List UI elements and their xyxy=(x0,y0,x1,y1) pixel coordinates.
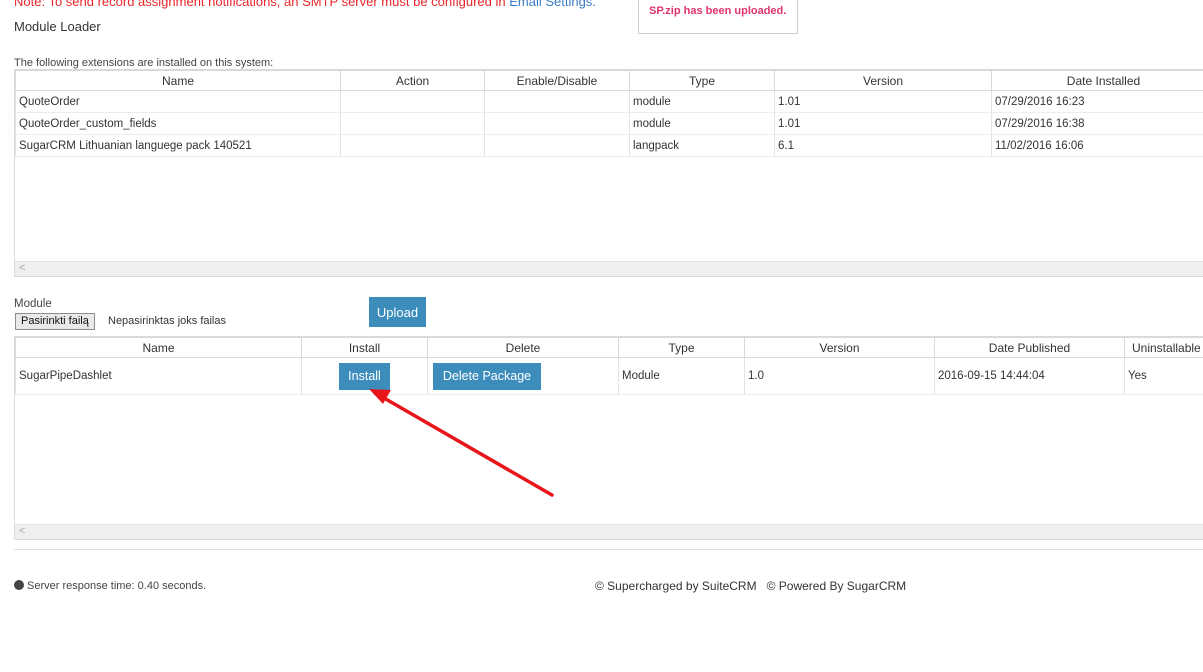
installed-extensions-panel: Name Action Enable/Disable Type Version … xyxy=(14,69,1203,277)
cell-version: 1.01 xyxy=(774,112,992,135)
col-version[interactable]: Version xyxy=(774,70,992,91)
cell-name: SugarPipeDashlet xyxy=(15,357,302,395)
globe-icon xyxy=(14,580,24,590)
upload-message: SP.zip has been uploaded. xyxy=(649,5,787,17)
cell-version: 1.01 xyxy=(774,90,992,113)
cell-version: 1.0 xyxy=(744,357,935,395)
col-delete[interactable]: Delete xyxy=(427,337,619,358)
smtp-notice: Note: To send record assignment notifica… xyxy=(14,0,596,9)
cell-uninstallable: Yes xyxy=(1124,357,1203,395)
col-install[interactable]: Install xyxy=(301,337,428,358)
server-response: Server response time: 0.40 seconds. xyxy=(14,580,206,592)
cell-name: SugarCRM Lithuanian languege pack 140521 xyxy=(15,134,341,157)
scroll-left-arrow[interactable]: < xyxy=(19,262,25,274)
delete-package-button[interactable]: Delete Package xyxy=(433,362,541,390)
installed-extensions-label: The following extensions are installed o… xyxy=(14,57,274,69)
cell-type: module xyxy=(629,90,775,113)
cell-action xyxy=(340,134,485,157)
col-type[interactable]: Type xyxy=(618,337,745,358)
page-title: Module Loader xyxy=(14,19,101,34)
table-row: QuoteOrder_custom_fields module 1.01 07/… xyxy=(15,112,1203,135)
cell-version: 6.1 xyxy=(774,134,992,157)
cell-date-installed: 07/29/2016 16:38 xyxy=(991,112,1203,135)
horizontal-scrollbar[interactable]: < xyxy=(15,261,1203,276)
cell-enable-disable xyxy=(484,90,630,113)
cell-type: module xyxy=(629,112,775,135)
email-settings-link[interactable]: Email Settings. xyxy=(509,0,596,9)
choose-file-button[interactable]: Pasirinkti failą xyxy=(15,313,95,330)
cell-date-installed: 07/29/2016 16:23 xyxy=(991,90,1203,113)
col-enable-disable[interactable]: Enable/Disable xyxy=(484,70,630,91)
upload-message-box: SP.zip has been uploaded. xyxy=(638,0,798,34)
table-row: SugarCRM Lithuanian languege pack 140521… xyxy=(15,134,1203,157)
packages-panel: Name Install Delete Type Version Date Pu… xyxy=(14,336,1203,540)
col-name[interactable]: Name xyxy=(15,337,302,358)
cell-delete: Delete Package xyxy=(427,357,619,395)
cell-action xyxy=(340,112,485,135)
scroll-left-arrow[interactable]: < xyxy=(19,525,25,537)
install-button[interactable]: Install xyxy=(339,362,390,390)
cell-name: QuoteOrder xyxy=(15,90,341,113)
packages-table: Name Install Delete Type Version Date Pu… xyxy=(15,337,1203,395)
col-version[interactable]: Version xyxy=(744,337,935,358)
cell-enable-disable xyxy=(484,134,630,157)
cell-name: QuoteOrder_custom_fields xyxy=(15,112,341,135)
notice-text: Note: To send record assignment notifica… xyxy=(14,0,510,9)
table-row: QuoteOrder module 1.01 07/29/2016 16:23 xyxy=(15,90,1203,113)
installed-header-row: Name Action Enable/Disable Type Version … xyxy=(15,70,1203,91)
response-time: Server response time: 0.40 seconds. xyxy=(27,580,207,592)
footer-credits: © Supercharged by SuiteCRM © Powered By … xyxy=(595,579,907,593)
col-date-published[interactable]: Date Published xyxy=(934,337,1125,358)
col-date-installed[interactable]: Date Installed xyxy=(991,70,1203,91)
upload-button[interactable]: Upload xyxy=(369,297,426,327)
cell-enable-disable xyxy=(484,112,630,135)
table-row: SugarPipeDashlet Install Delete Package … xyxy=(15,357,1203,395)
cell-type: Module xyxy=(618,357,745,395)
cell-date-installed: 11/02/2016 16:06 xyxy=(991,134,1203,157)
horizontal-scrollbar[interactable]: < xyxy=(15,524,1203,539)
no-file-chosen-text: Nepasirinktas joks failas xyxy=(108,315,226,327)
module-label: Module xyxy=(14,298,52,310)
installed-extensions-table: Name Action Enable/Disable Type Version … xyxy=(15,70,1203,157)
col-type[interactable]: Type xyxy=(629,70,775,91)
packages-header-row: Name Install Delete Type Version Date Pu… xyxy=(15,337,1203,358)
col-action[interactable]: Action xyxy=(340,70,485,91)
footer-divider xyxy=(14,549,1203,550)
cell-action xyxy=(340,90,485,113)
cell-date-published: 2016-09-15 14:44:04 xyxy=(934,357,1125,395)
cell-install: Install xyxy=(301,357,428,395)
cell-type: langpack xyxy=(629,134,775,157)
col-name[interactable]: Name xyxy=(15,70,341,91)
col-uninstallable[interactable]: Uninstallable xyxy=(1124,337,1203,358)
